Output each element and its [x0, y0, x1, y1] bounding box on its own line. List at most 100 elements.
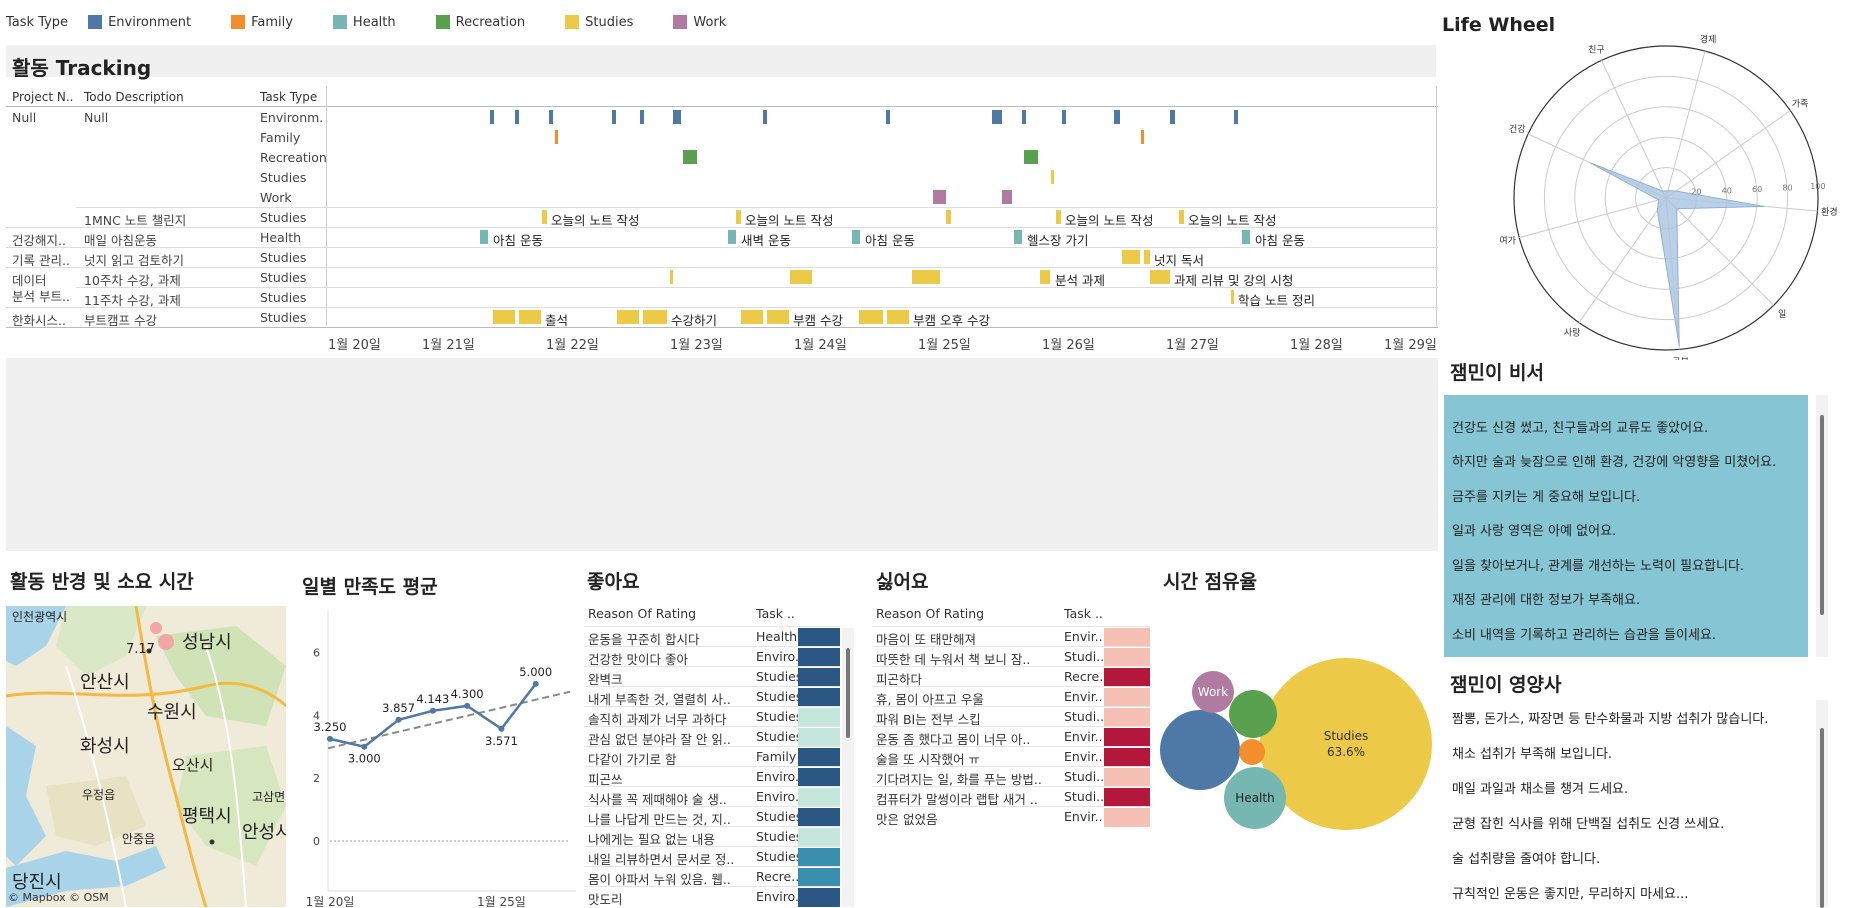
likes-header-task[interactable]: Task .. — [756, 606, 795, 621]
dislikes-row[interactable]: 따뜻한 데 누워서 책 보니 잠.. Studi.. — [872, 646, 1150, 667]
dislikes-heat-cell[interactable] — [1104, 708, 1150, 727]
legend-item-health[interactable]: Health — [332, 15, 396, 30]
legend-item-recreation[interactable]: Recreation — [435, 15, 525, 30]
likes-header-reason[interactable]: Reason Of Rating — [588, 606, 748, 621]
likes-row[interactable]: 나를 나답게 만드는 것, 지.. Studies — [584, 806, 840, 827]
gantt-bar-health[interactable] — [1242, 230, 1250, 244]
gantt-bar-week10[interactable] — [790, 270, 812, 284]
likes-heat-cell[interactable] — [798, 708, 840, 727]
dislikes-header-reason[interactable]: Reason Of Rating — [876, 606, 1036, 621]
nutritionist-scrollbar[interactable] — [1816, 700, 1828, 908]
gantt-bar-family[interactable] — [1141, 130, 1144, 144]
dislikes-heat-cell[interactable] — [1104, 788, 1150, 807]
dislikes-heat-cell[interactable] — [1104, 728, 1150, 747]
legend-item-environment[interactable]: Environment — [88, 15, 191, 30]
satisfaction-point[interactable] — [429, 707, 436, 714]
dislikes-heat-cell[interactable] — [1104, 628, 1150, 647]
dislikes-row[interactable]: 술을 또 시작했어 ㅠ Envir.. — [872, 746, 1150, 767]
dislikes-row[interactable]: 기다려지는 일, 화를 푸는 방법.. Studi.. — [872, 766, 1150, 787]
gantt-bar-env[interactable] — [515, 110, 519, 124]
likes-row[interactable]: 솔직히 과제가 너무 과하다 Studies — [584, 706, 840, 727]
likes-row[interactable]: 피곤쓰 Enviro.. — [584, 766, 840, 787]
gantt-bar-bootcamp[interactable] — [643, 310, 667, 324]
gantt-bar-env[interactable] — [763, 110, 767, 124]
assistant-scrollbar[interactable] — [1816, 395, 1828, 657]
dislikes-row[interactable]: 휴, 몸이 아프고 우울 Envir.. — [872, 686, 1150, 707]
likes-heat-cell[interactable] — [798, 888, 840, 907]
gantt-bar-note[interactable] — [946, 210, 951, 224]
dislikes-row[interactable]: 운동 좀 했다고 몸이 너무 아.. Envir.. — [872, 726, 1150, 747]
gantt-bar-nudge[interactable] — [1122, 250, 1140, 264]
dislikes-row[interactable]: 피곤하다 Recre.. — [872, 666, 1150, 687]
gantt-bar-bootcamp[interactable] — [617, 310, 639, 324]
gantt-bar-env[interactable] — [1114, 110, 1120, 124]
gantt-bar-work[interactable] — [933, 190, 946, 204]
likes-row[interactable]: 다같이 가기로 함 Family — [584, 746, 840, 767]
gantt-bar-health[interactable] — [728, 230, 736, 244]
col-header-task[interactable]: Task Type — [260, 90, 317, 104]
satisfaction-chart[interactable]: 02461월 20일 1월 25일3.2503.0003.8574.143 4.30… — [300, 606, 576, 907]
gantt-bar-bootcamp[interactable] — [519, 310, 541, 324]
satisfaction-point[interactable] — [498, 725, 505, 732]
gantt-bar-bootcamp[interactable] — [859, 310, 883, 324]
likes-heat-cell[interactable] — [798, 848, 840, 867]
dislikes-row[interactable]: 파워 BI는 전부 스킵 Studi.. — [872, 706, 1150, 727]
gantt-bar-env[interactable] — [1022, 110, 1026, 124]
gantt-bar-week10[interactable] — [912, 270, 940, 284]
likes-heat-cell[interactable] — [798, 668, 840, 687]
time-share-bubbles[interactable]: Studies 63.6% Health Work — [1160, 600, 1438, 840]
likes-heat-cell[interactable] — [798, 728, 840, 747]
bubble-environment[interactable] — [1160, 710, 1240, 790]
col-header-project[interactable]: Project N.. — [12, 90, 73, 104]
gantt-bar-env[interactable] — [1170, 110, 1175, 124]
gantt-bar-env[interactable] — [1234, 110, 1238, 124]
likes-heat-cell[interactable] — [798, 808, 840, 827]
col-header-todo[interactable]: Todo Description — [84, 90, 184, 104]
gantt-bar-health[interactable] — [1014, 230, 1022, 244]
dislikes-row[interactable]: 마음이 또 태만해져 Envir.. — [872, 626, 1150, 647]
gantt-bar-family[interactable] — [555, 130, 558, 144]
dislikes-header-task[interactable]: Task .. — [1064, 606, 1103, 621]
gantt-bar-recreation[interactable] — [1024, 150, 1038, 164]
gantt-bar-env[interactable] — [612, 110, 616, 124]
gantt-bar-week10[interactable] — [1150, 270, 1170, 284]
gantt-bar-note[interactable] — [1179, 210, 1184, 224]
gantt-bar-note[interactable] — [1056, 210, 1061, 224]
legend-item-work[interactable]: Work — [673, 15, 726, 30]
gantt-bar-recreation[interactable] — [683, 150, 697, 164]
dislikes-heat-cell[interactable] — [1104, 768, 1150, 787]
likes-scrollbar[interactable] — [842, 628, 854, 907]
gantt-bar-studies[interactable] — [1051, 170, 1054, 184]
gantt-bar-week10[interactable] — [1040, 270, 1050, 284]
gantt-bar-note[interactable] — [542, 210, 547, 224]
gantt-bar-work[interactable] — [1002, 190, 1012, 204]
legend-item-family[interactable]: Family — [231, 15, 293, 30]
likes-row[interactable]: 관심 없던 분야라 잘 안 읽.. Studies — [584, 726, 840, 747]
life-wheel-radar[interactable]: 경제가족환경일공부 사랑 여가 건강 친구 20 40 60 80 100 — [1486, 30, 1849, 360]
satisfaction-point[interactable] — [395, 716, 402, 723]
gantt-bar-env[interactable] — [673, 110, 681, 124]
likes-row[interactable]: 운동을 꾸준히 합시다 Health — [584, 626, 840, 647]
dislikes-row[interactable]: 컴퓨터가 말썽이라 랩탑 새거 .. Studi.. — [872, 786, 1150, 807]
bubble-family[interactable] — [1239, 739, 1265, 765]
likes-heat-cell[interactable] — [798, 748, 840, 767]
likes-heat-cell[interactable] — [798, 628, 840, 647]
dislikes-heat-cell[interactable] — [1104, 748, 1150, 767]
dislikes-heat-cell[interactable] — [1104, 648, 1150, 667]
gantt-bar-env[interactable] — [490, 110, 494, 124]
likes-row[interactable]: 내일 리뷰하면서 문서로 정.. Studies — [584, 846, 840, 867]
likes-heat-cell[interactable] — [798, 788, 840, 807]
satisfaction-point[interactable] — [361, 743, 368, 750]
gantt-bar-bootcamp[interactable] — [887, 310, 909, 324]
gantt-bar-env[interactable] — [886, 110, 890, 124]
likes-heat-cell[interactable] — [798, 688, 840, 707]
satisfaction-point[interactable] — [327, 735, 333, 742]
activity-map[interactable]: 인천광역시 성남시 안산시 수원시 화성시 오산시 우정읍 평택시 안중읍 안성… — [6, 606, 286, 907]
likes-table[interactable]: Reason Of Rating Task .. 운동을 꾸준히 합시다 Heal… — [584, 604, 854, 907]
dislikes-table[interactable]: Reason Of Rating Task .. 마음이 또 태만해져 Envir… — [872, 604, 1152, 834]
gantt-chart[interactable]: Project N.. Todo Description Task Type N… — [6, 86, 1438, 356]
satisfaction-point[interactable] — [532, 680, 539, 687]
gantt-bar-nudge[interactable] — [1144, 250, 1150, 264]
likes-heat-cell[interactable] — [798, 648, 840, 667]
bubble-studies[interactable] — [1260, 658, 1432, 830]
